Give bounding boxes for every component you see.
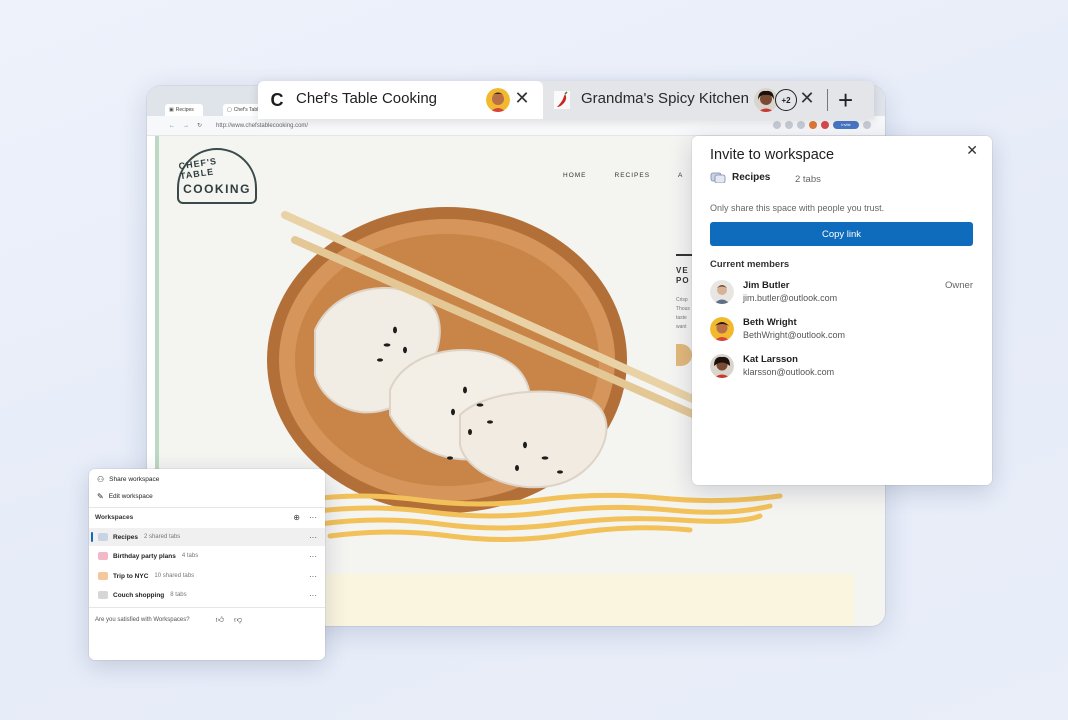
collections-icon[interactable] [797,121,805,129]
thumbs-down-icon[interactable]: 👎︎ [234,615,242,625]
nav-more[interactable]: A [678,172,683,179]
extra-members-badge[interactable]: +2 [775,89,797,111]
workspace-icon [710,172,726,183]
extension-icon[interactable] [773,121,781,129]
workspaces-panel: ⚇ Share workspace ✎ Edit workspace Works… [89,469,325,660]
tab-strip: C Chef's Table Cooking ✕ Grandma's Spicy… [258,81,874,119]
thumbs-up-icon[interactable]: 👍︎ [216,615,224,625]
tab-chefs-table-cooking[interactable]: C Chef's Table Cooking ✕ [258,81,543,119]
divider [89,607,325,608]
nav-home[interactable]: HOME [563,172,587,179]
workspaces-actions: ⊕ ··· [293,513,317,522]
tab-grandmas-spicy-kitchen[interactable]: Grandma's Spicy Kitchen [581,90,749,107]
url-field[interactable]: http://www.chefstablecooking.com/ [216,123,308,129]
page-icon: ▢ [227,107,232,113]
divider [89,507,325,508]
refresh-icon[interactable]: ↻ [197,122,202,129]
forward-icon[interactable]: → [183,123,189,129]
favorite-icon[interactable] [785,121,793,129]
workspace-icon [98,591,108,599]
avatar [710,317,734,341]
workspace-icon [98,552,108,560]
invite-to-workspace-panel: Invite to workspace ✕ Recipes 2 tabs Onl… [692,136,992,485]
avatar [710,280,734,304]
share-workspace-button[interactable]: ⚇ Share workspace [97,475,159,484]
workspace-icon [98,533,108,541]
nav-recipes[interactable]: RECIPES [615,172,651,179]
member-row: Jim Butler jim.butler@outlook.com Owner [710,277,973,307]
workspace-tab-count: 2 tabs [795,174,821,185]
workspace-chip: Recipes [710,171,770,183]
role-badge: Owner [945,280,973,291]
address-bar: ← → ↻ http://www.chefstablecooking.com/ … [147,116,885,136]
add-workspace-icon[interactable]: ⊕ [293,513,300,522]
feedback-row: Are you satisfied with Workspaces? 👍︎ 👎︎ [95,615,243,625]
workspace-icon: ▣ [169,107,174,113]
back-icon[interactable]: ← [169,123,175,129]
member-avatar-icon[interactable] [809,121,817,129]
more-options-icon[interactable]: ··· [309,572,317,581]
close-icon[interactable]: ✕ [966,142,978,159]
workspace-icon [98,572,108,580]
inner-tab-recipes[interactable]: ▣ Recipes [165,104,203,116]
more-options-icon[interactable]: ··· [309,552,317,561]
more-options-icon[interactable]: ··· [309,591,317,600]
site-navigation: HOME RECIPES A [563,172,683,179]
brush-stroke-decoration [302,492,783,543]
member-avatar [486,88,510,112]
close-tab-icon[interactable]: ✕ [513,88,531,109]
settings-icon[interactable] [863,121,871,129]
more-options-icon[interactable]: ··· [309,513,317,522]
workspace-item-recipes[interactable]: Recipes 2 shared tabs ··· [89,528,325,546]
avatar [710,354,734,378]
trust-note: Only share this space with people you tr… [710,203,885,213]
close-tab-icon[interactable]: ✕ [798,88,816,109]
panel-title: Invite to workspace [710,147,835,163]
workspace-item-birthday[interactable]: Birthday party plans 4 tabs ··· [89,547,325,565]
pencil-icon: ✎ [97,492,104,501]
site-logo[interactable]: CHEF'S TABLE COOKING [177,148,257,204]
edit-workspace-button[interactable]: ✎ Edit workspace [97,492,153,501]
cream-section [299,574,854,626]
workspace-item-couch-shopping[interactable]: Couch shopping 8 tabs ··· [89,586,325,604]
copy-link-button[interactable]: Copy link [710,222,973,246]
share-people-icon: ⚇ [97,475,105,484]
chili-pepper-icon [553,89,571,111]
members-heading: Current members [710,259,790,270]
member-row: Kat Larsson klarsson@outlook.com [710,351,973,381]
invite-button[interactable]: Invite [833,121,859,129]
tab-title: Chef's Table Cooking [296,90,438,107]
member-row: Beth Wright BethWright@outlook.com [710,314,973,344]
toolbar-icons: Invite [773,121,871,129]
workspace-item-trip-nyc[interactable]: Trip to NYC 10 shared tabs ··· [89,567,325,585]
chefs-table-logo-icon: C [270,89,284,110]
workspaces-heading: Workspaces [95,514,134,521]
member-avatar-icon[interactable] [821,121,829,129]
tab-separator [827,89,828,111]
new-tab-icon[interactable]: + [838,85,853,116]
more-options-icon[interactable]: ··· [309,533,317,542]
